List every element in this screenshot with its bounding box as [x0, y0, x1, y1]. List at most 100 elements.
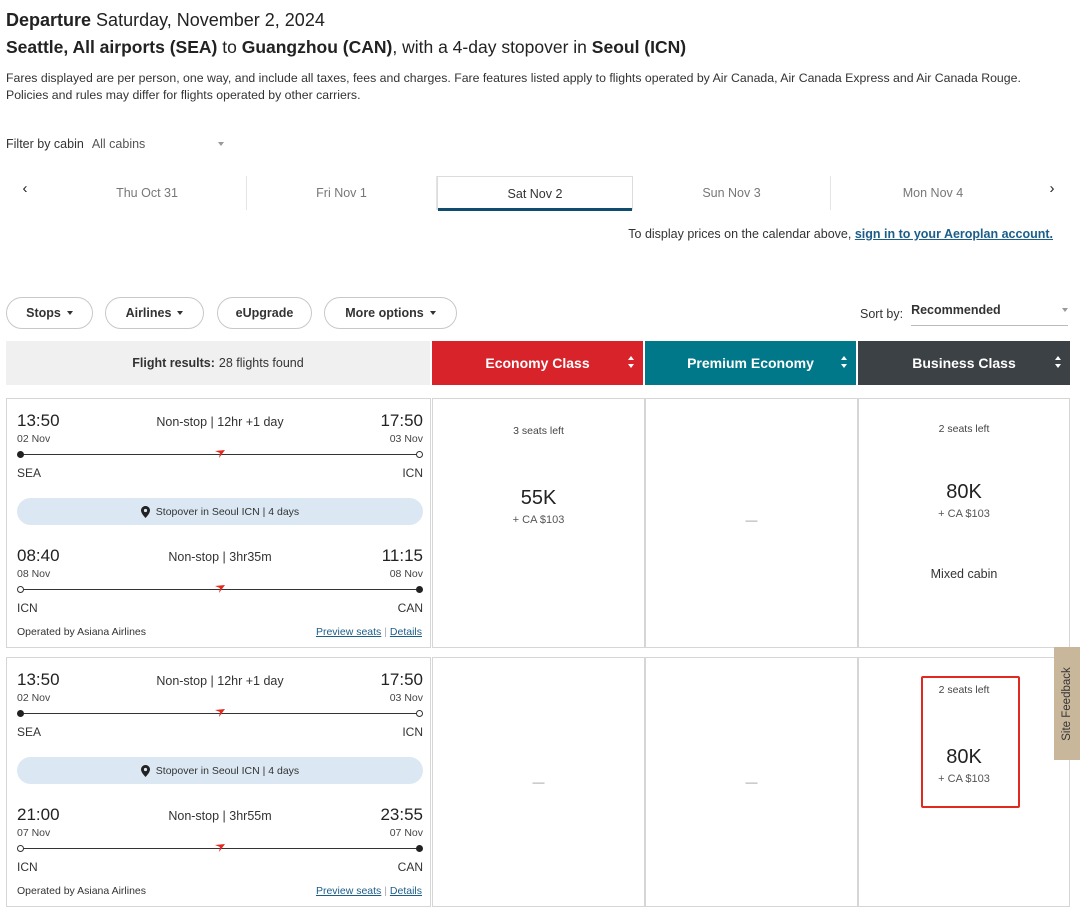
more-options-button[interactable]: More options — [324, 297, 457, 329]
flight-itinerary: 13:50 02 Nov Non-stop | 12hr +1 day 17:5… — [6, 657, 431, 907]
sort-value: Recommended — [911, 303, 1001, 317]
aeroplan-signin-link[interactable]: sign in to your Aeroplan account. — [855, 227, 1053, 241]
fare-cash: + CA $103 — [512, 514, 565, 526]
arrival-time: 23:55 — [380, 805, 423, 824]
arrival-date: 08 Nov — [389, 568, 423, 580]
to-word: to — [222, 37, 237, 57]
airline-logo-icon — [215, 450, 225, 458]
site-feedback-tab[interactable]: Site Feedback — [1054, 647, 1080, 760]
date-tab-sat-nov-2[interactable]: Sat Nov 2 — [437, 176, 633, 211]
stopover-text: Stopover in Seoul ICN | 4 days — [155, 764, 300, 777]
cabin-filter-select[interactable]: All cabins — [92, 137, 224, 151]
cabin-filter-value: All cabins — [91, 137, 146, 151]
operated-by: Operated by Asiana Airlines — [17, 626, 146, 638]
seats-left: 2 seats left — [938, 423, 990, 435]
destination-dot — [416, 710, 423, 717]
route-heading: Seattle, All airports (SEA) to Guangzhou… — [6, 37, 686, 58]
stopover-badge: Stopover in Seoul ICN | 4 days — [17, 498, 423, 525]
chevron-down-icon — [177, 311, 184, 315]
eupgrade-filter-button[interactable]: eUpgrade — [217, 297, 312, 329]
seats-left: 3 seats left — [513, 425, 564, 437]
fare-points: 80K — [946, 746, 982, 768]
date-tab-thu-oct-31[interactable]: Thu Oct 31 — [48, 176, 247, 210]
chevron-down-icon — [66, 311, 73, 315]
business-fare-cell[interactable]: 2 seats left 80K + CA $103 Mixed cabin — [858, 398, 1070, 648]
preview-seats-link[interactable]: Preview seats — [316, 885, 381, 897]
flight-itinerary: 13:50 02 Nov Non-stop | 12hr +1 day 17:5… — [6, 398, 431, 648]
departure-date: 02 Nov — [17, 433, 51, 445]
premium-economy-fare-cell: — — [645, 398, 858, 648]
premium-economy-label: Premium Economy — [687, 355, 814, 371]
calendar-note: To display prices on the calendar above,… — [628, 227, 1053, 241]
destination-code: CAN — [397, 860, 423, 874]
departure-date: 02 Nov — [17, 692, 51, 704]
arrival-time: 17:50 — [380, 670, 423, 689]
sort-select[interactable]: Recommended — [911, 302, 1069, 326]
prev-date-arrow-icon[interactable]: ‹ — [15, 180, 35, 197]
date-tab-fri-nov-1[interactable]: Fri Nov 1 — [247, 176, 437, 210]
details-link[interactable]: Details — [390, 626, 422, 638]
departure-date: 07 Nov — [17, 827, 51, 839]
arrival-time: 11:15 — [381, 546, 423, 565]
preview-seats-link[interactable]: Preview seats — [316, 626, 381, 638]
economy-class-header[interactable]: Economy Class — [432, 341, 643, 385]
sort-icon — [1055, 356, 1062, 370]
stops-filter-button[interactable]: Stops — [6, 297, 93, 329]
link-separator: | — [384, 626, 387, 638]
economy-class-label: Economy Class — [485, 355, 590, 371]
date-tab-mon-nov-4[interactable]: Mon Nov 4 — [831, 176, 1035, 210]
date-carousel: ‹ Thu Oct 31 Fri Nov 1 Sat Nov 2 Sun Nov… — [0, 172, 1080, 212]
origin-dot — [17, 451, 24, 458]
stops-duration: Non-stop | 3hr55m — [168, 809, 272, 823]
departure-label: Departure — [6, 10, 92, 30]
destination-dot — [416, 451, 423, 458]
unavailable-dash: — — [745, 513, 758, 527]
fare-note: Fares displayed are per person, one way,… — [6, 71, 1021, 102]
origin: Seattle, All airports (SEA) — [6, 37, 218, 57]
flight-card: 13:50 02 Nov Non-stop | 12hr +1 day 17:5… — [6, 398, 1070, 648]
stopover-city: Seoul (ICN) — [591, 37, 687, 57]
economy-fare-cell[interactable]: 3 seats left 55K + CA $103 — [432, 398, 645, 648]
business-class-label: Business Class — [912, 355, 1016, 371]
departure-date: 08 Nov — [17, 568, 51, 580]
chevron-down-icon — [1062, 308, 1069, 312]
chevron-down-icon — [217, 142, 224, 146]
premium-economy-header[interactable]: Premium Economy — [645, 341, 856, 385]
origin-dot — [17, 586, 24, 593]
seats-left: 2 seats left — [938, 684, 990, 696]
business-class-header[interactable]: Business Class — [858, 341, 1070, 385]
flight-links: Preview seats | Details — [316, 885, 422, 897]
next-date-arrow-icon[interactable]: › — [1042, 180, 1062, 197]
origin-dot — [17, 710, 24, 717]
destination-code: CAN — [397, 601, 423, 615]
origin-code: SEA — [17, 725, 42, 739]
business-fare-cell[interactable]: 2 seats left 80K + CA $103 — [858, 657, 1070, 907]
origin-code: SEA — [17, 466, 42, 480]
fare-points: 80K — [946, 481, 982, 503]
arrival-date: 03 Nov — [389, 692, 423, 704]
date-tab-sun-nov-3[interactable]: Sun Nov 3 — [633, 176, 831, 210]
destination-dot — [416, 586, 423, 593]
location-pin-icon — [140, 764, 150, 777]
economy-fare-cell: — — [432, 657, 645, 907]
stopover-text: Stopover in Seoul ICN | 4 days — [155, 505, 300, 518]
results-label: Flight results: — [132, 356, 215, 370]
premium-economy-fare-cell: — — [645, 657, 858, 907]
location-pin-icon — [140, 505, 150, 518]
cabin-filter: Filter by cabin All cabins — [6, 137, 224, 151]
unavailable-dash: — — [745, 775, 758, 789]
stops-duration: Non-stop | 3hr35m — [168, 550, 272, 564]
destination-code: ICN — [402, 466, 423, 480]
eupgrade-label: eUpgrade — [235, 306, 294, 320]
details-link[interactable]: Details — [390, 885, 422, 897]
arrival-date: 03 Nov — [389, 433, 423, 445]
flight-links: Preview seats | Details — [316, 626, 422, 638]
airlines-filter-button[interactable]: Airlines — [105, 297, 204, 329]
chevron-down-icon — [429, 311, 436, 315]
departure-heading: Departure Saturday, November 2, 2024 — [6, 10, 325, 31]
results-count: 28 flights found — [218, 356, 304, 370]
unavailable-dash: — — [532, 775, 545, 789]
arrival-time: 17:50 — [380, 411, 423, 430]
airline-logo-icon — [215, 844, 225, 852]
departure-date: Saturday, November 2, 2024 — [96, 10, 325, 30]
